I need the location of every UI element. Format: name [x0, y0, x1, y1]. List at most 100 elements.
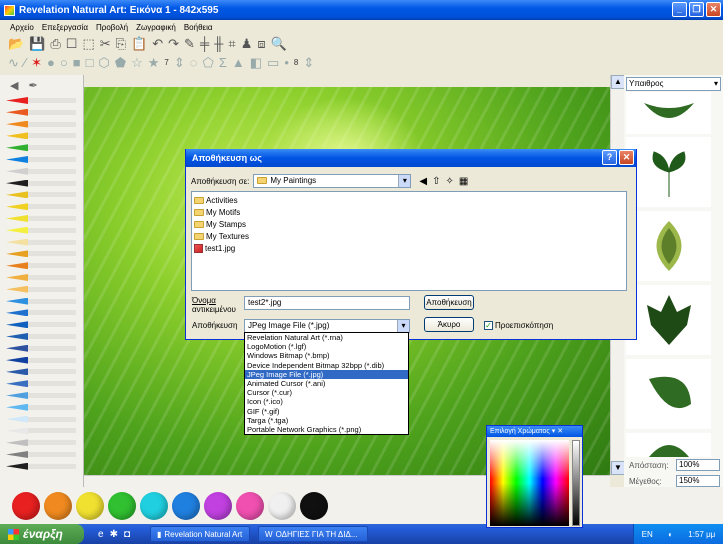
pencil-color[interactable]	[6, 238, 76, 246]
filetype-option[interactable]: Portable Network Graphics (*.png)	[245, 425, 408, 434]
lasso-icon[interactable]: ◌	[190, 56, 198, 69]
filetype-option[interactable]: Windows Bitmap (*.bmp)	[245, 351, 408, 360]
pencil-color[interactable]	[6, 262, 76, 270]
color-swatch[interactable]	[172, 491, 200, 520]
filetype-option[interactable]: Revelation Natural Art (*.rna)	[245, 333, 408, 342]
filetype-options-list[interactable]: Revelation Natural Art (*.rna) LogoMotion…	[244, 332, 409, 435]
color-swatch[interactable]	[268, 491, 296, 520]
filetype-option[interactable]: Animated Cursor (*.ani)	[245, 379, 408, 388]
new-folder-icon[interactable]: ✧	[445, 176, 453, 187]
save-button[interactable]: Αποθήκευση	[424, 295, 474, 310]
spinner-icon[interactable]: ⇕	[174, 56, 185, 69]
pencil-color[interactable]	[6, 120, 76, 128]
menu-view[interactable]: Προβολή	[96, 23, 128, 32]
star-filled-icon[interactable]: ★	[148, 56, 160, 69]
brush-icon[interactable]: ∿	[8, 56, 19, 69]
pen-icon[interactable]: ✎	[184, 37, 195, 50]
star-brush-icon[interactable]: ✶	[31, 56, 42, 69]
list-item[interactable]: Activities	[194, 194, 624, 206]
pencil-color[interactable]	[6, 333, 76, 340]
close-icon[interactable]: ✕	[706, 2, 721, 17]
print-icon[interactable]: ⎙	[50, 37, 60, 50]
color-swatch[interactable]	[236, 491, 264, 520]
pencil-color[interactable]	[6, 344, 76, 352]
star-outline-icon[interactable]: ☆	[131, 56, 143, 69]
dialog-close-icon[interactable]: ✕	[619, 150, 634, 165]
brush-size-value[interactable]: 8	[294, 58, 298, 67]
list-item[interactable]: My Stamps	[194, 218, 624, 230]
leaf-thumb-2[interactable]	[626, 137, 711, 207]
collapse-left-icon[interactable]: ◀	[10, 79, 18, 92]
filename-input[interactable]: test2*.jpg	[244, 296, 410, 310]
help-icon[interactable]: ?	[602, 150, 617, 165]
color-swatch[interactable]	[44, 491, 72, 520]
pencil-color[interactable]	[6, 297, 76, 305]
menu-file[interactable]: Αρχείο	[10, 23, 34, 32]
color-swatch[interactable]	[140, 491, 168, 520]
pencil-color[interactable]	[6, 250, 76, 258]
ie-icon[interactable]: e	[98, 529, 104, 540]
look-in-dropdown-icon[interactable]: ▾	[398, 175, 411, 187]
leaf-thumb-3[interactable]	[626, 211, 711, 281]
checkbox-check-icon[interactable]: ✓	[484, 321, 493, 330]
tag-icon[interactable]: ⬠	[203, 56, 214, 69]
filetype-option[interactable]: LogoMotion (*.lgf)	[245, 342, 408, 351]
pencil-color[interactable]	[6, 215, 76, 222]
rect-outline-icon[interactable]: □	[86, 56, 94, 69]
pencil-color[interactable]	[6, 179, 76, 187]
select-icon[interactable]: ⬚	[82, 37, 94, 50]
minimize-icon[interactable]: _	[672, 2, 687, 17]
distance-input[interactable]: 100%	[676, 459, 720, 471]
frame2-icon[interactable]: ◧	[250, 56, 262, 69]
pencil-color[interactable]	[6, 226, 76, 234]
scroll-down-icon[interactable]: ▼	[611, 461, 625, 475]
hexagon-icon[interactable]: ⬡	[98, 56, 109, 69]
desktop-icon[interactable]: ◘	[124, 529, 130, 540]
cancel-button[interactable]: Άκυρο	[424, 317, 474, 332]
color-swatch[interactable]	[204, 491, 232, 520]
filetype-option[interactable]: Icon (*.ico)	[245, 397, 408, 406]
filetype-select[interactable]: JPeg Image File (*.jpg) ▾	[244, 319, 410, 333]
file-list[interactable]: Activities My Motifs My Stamps My Textur…	[191, 191, 627, 291]
zoom-icon[interactable]: 🔍	[271, 37, 287, 50]
size-spinner-icon[interactable]: ⇕	[303, 56, 314, 69]
filetype-option[interactable]: Targa (*.tga)	[245, 416, 408, 425]
up-folder-icon[interactable]: ⇧	[432, 176, 440, 187]
open-icon[interactable]: 📂	[8, 37, 24, 50]
pencil-color[interactable]	[6, 285, 76, 293]
scroll-up-icon[interactable]: ▲	[611, 75, 625, 89]
pencil-color[interactable]	[6, 439, 76, 447]
circle-outline-icon[interactable]: ○	[60, 56, 68, 69]
copy-icon[interactable]: ⎘	[116, 37, 126, 50]
pencil-color[interactable]	[6, 108, 76, 116]
rect-tool-icon[interactable]: ■	[73, 56, 81, 69]
brightness-bar[interactable]	[572, 440, 580, 526]
preview-checkbox[interactable]: ✓ Προεπισκόπηση	[484, 321, 553, 330]
ruler-h-icon[interactable]: ╪	[200, 37, 209, 50]
menu-help[interactable]: Βοήθεια	[184, 23, 213, 32]
pencil-color[interactable]	[6, 191, 76, 199]
pencil-color[interactable]	[6, 132, 76, 140]
filetype-option[interactable]: GIF (*.gif)	[245, 407, 408, 416]
pencil-color[interactable]	[6, 415, 76, 423]
save-icon[interactable]: 💾	[29, 37, 45, 50]
task-document[interactable]: W ΟΔΗΓΙΕΣ ΓΙΑ ΤΗ ΔΙΔ...	[258, 526, 368, 542]
pencil-color[interactable]	[6, 380, 76, 388]
pencil-color[interactable]	[6, 462, 76, 470]
look-in-select[interactable]: My Paintings ▾	[253, 174, 412, 188]
paste-icon[interactable]: 📋	[131, 37, 147, 50]
ruler-v-icon[interactable]: ╫	[214, 37, 223, 50]
pencil-tool-icon[interactable]: ∕	[24, 56, 26, 69]
circle-tool-icon[interactable]: ●	[47, 56, 55, 69]
color-spectrum[interactable]	[490, 440, 569, 526]
pencil-color[interactable]	[6, 392, 76, 399]
cut-icon[interactable]: ✂	[100, 37, 111, 50]
pencil-color[interactable]	[6, 309, 76, 317]
filetype-option[interactable]: Cursor (*.cur)	[245, 388, 408, 397]
pencil-color[interactable]	[6, 403, 76, 411]
media-icon[interactable]: ✱	[110, 529, 118, 540]
leaf-thumb-4[interactable]	[626, 285, 711, 355]
leaf-thumb-6[interactable]	[626, 433, 711, 457]
start-button[interactable]: έναρξη	[0, 524, 84, 544]
grid-icon[interactable]: ⌗	[228, 37, 235, 50]
